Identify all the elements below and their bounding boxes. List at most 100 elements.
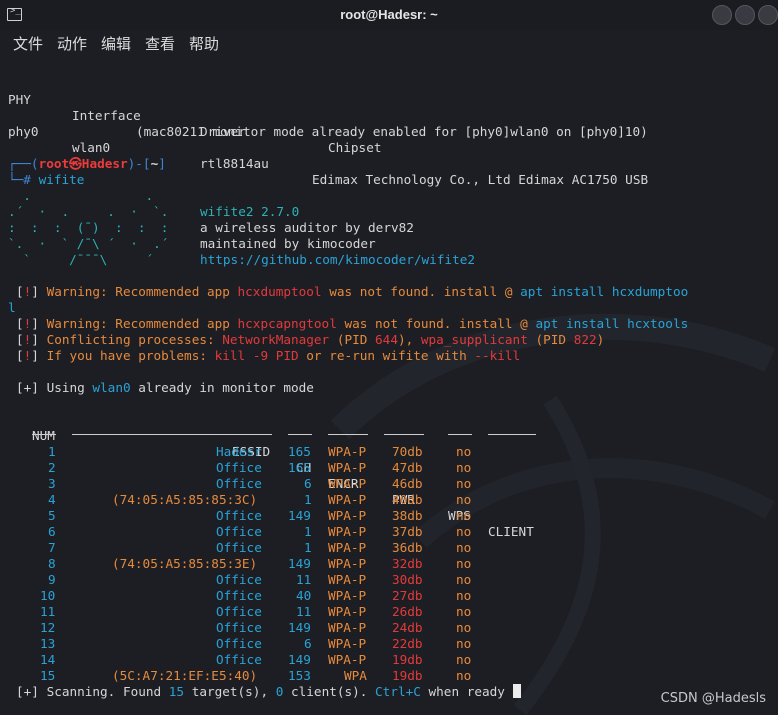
row-num: 13 [40, 636, 56, 651]
table-row: 8 (74:05:A5:85:85:3E) 149 WPA-P 32db no [0, 556, 778, 572]
row-power: 38db [392, 508, 423, 523]
header-underline [32, 434, 56, 435]
row-essid: Office [216, 572, 262, 587]
row-channel: 11 [296, 604, 312, 619]
row-encryption: WPA-P [328, 492, 367, 507]
header-underline [488, 434, 536, 435]
table-row: 14 Office 149 WPA-P 19db no [0, 652, 778, 668]
col-num: NUM [32, 428, 55, 443]
monitor-status: [+] Using wlan0 already in monitor mode [16, 380, 314, 395]
table-row: 9 Office 11 WPA-P 30db no [0, 572, 778, 588]
close-button[interactable] [758, 5, 778, 25]
row-wps: no [456, 604, 472, 619]
row-wps: no [456, 540, 472, 555]
row-num: 12 [40, 620, 56, 635]
row-power: 27db [392, 588, 423, 603]
row-essid: Hadesr [216, 444, 262, 459]
banner-name: wifite2 2.7.0 [200, 204, 300, 219]
iface-row: phy0 wlan0 rtl8814au Edimax Technology C… [8, 124, 649, 187]
row-num: 6 [48, 524, 56, 539]
header-underline [288, 434, 312, 435]
row-channel: 1 [304, 524, 312, 539]
row-power: 19db [392, 652, 423, 667]
table-row: 1 Hadesr 165 WPA-P 70db no [0, 444, 778, 460]
row-encryption: WPA-P [328, 524, 367, 539]
row-channel: 1 [304, 492, 312, 507]
row-encryption: WPA [344, 668, 367, 683]
row-power: 30db [392, 572, 423, 587]
row-power: 36db [392, 540, 423, 555]
row-power: 32db [392, 556, 423, 571]
text-cursor [512, 684, 521, 698]
menu-file[interactable]: 文件 [13, 33, 43, 54]
row-essid: Office [216, 588, 262, 603]
header-underline [384, 434, 424, 435]
row-channel: 11 [296, 572, 312, 587]
table-row: 5 Office 149 WPA-P 38db no [0, 508, 778, 524]
monitor-mode-note: (mac80211 monitor mode already enabled f… [136, 124, 648, 139]
table-row: 3 Office 6 WPA-P 46db no [0, 476, 778, 492]
row-power: 70db [392, 444, 423, 459]
banner-art-line: : : : (¯) : : : [8, 220, 184, 235]
row-essid: Office [216, 460, 262, 475]
terminal-window: >_ root@Hadesr: ~ 文件 动作 编辑 查看 帮助 PHY Int… [0, 0, 778, 715]
row-power: 22db [392, 636, 423, 651]
row-num: 7 [48, 540, 56, 555]
row-wps: no [456, 524, 472, 539]
maximize-button[interactable] [735, 5, 755, 25]
table-row: 11 Office 11 WPA-P 26db no [0, 604, 778, 620]
banner-maintainer: maintained by kimocoder [200, 236, 376, 251]
row-essid: Office [216, 604, 262, 619]
row-num: 11 [40, 604, 56, 619]
banner-art-line: . . [8, 188, 184, 203]
row-channel: 6 [304, 476, 312, 491]
banner-url-link[interactable]: https://github.com/kimocoder/wifite2 [200, 252, 475, 268]
row-channel: 165 [288, 460, 311, 475]
row-power: 19db [392, 668, 423, 683]
menu-edit[interactable]: 编辑 [101, 33, 131, 54]
table-row: 13 Office 6 WPA-P 22db no [0, 636, 778, 652]
scan-status: [+] Scanning. Found 15 target(s), 0 clie… [16, 684, 521, 700]
row-channel: 1 [304, 540, 312, 555]
row-encryption: WPA-P [328, 652, 367, 667]
command-line: └─# wifite [8, 172, 85, 187]
csdn-watermark: CSDN @Hadesls [660, 691, 766, 706]
menu-help[interactable]: 帮助 [189, 33, 219, 54]
table-row: 7 Office 1 WPA-P 36db no [0, 540, 778, 556]
row-power: 37db [392, 524, 423, 539]
row-essid: Office [216, 508, 262, 523]
row-num: 15 [40, 668, 56, 683]
menu-bar: 文件 动作 编辑 查看 帮助 [0, 30, 778, 58]
table-row: 6 Office 1 WPA-P 37db no [0, 524, 778, 540]
table-row: 10 Office 40 WPA-P 27db no [0, 588, 778, 604]
row-channel: 149 [288, 556, 311, 571]
banner-art-line: `. · ` /¯\ ´ · .´ [8, 236, 184, 251]
row-channel: 153 [288, 668, 311, 683]
menu-view[interactable]: 查看 [145, 33, 175, 54]
menu-action[interactable]: 动作 [57, 33, 87, 54]
row-channel: 165 [288, 444, 311, 459]
warning-problems: [!] If you have problems: kill -9 PID or… [16, 348, 521, 363]
row-essid: Office [216, 540, 262, 555]
row-wps: no [456, 652, 472, 667]
row-wps: no [456, 636, 472, 651]
row-encryption: WPA-P [328, 620, 367, 635]
row-power: 47db [392, 460, 423, 475]
row-num: 1 [48, 444, 56, 459]
row-num: 14 [40, 652, 56, 667]
row-essid: (74:05:A5:85:85:3E) [112, 556, 258, 571]
row-essid: Office [216, 524, 262, 539]
row-encryption: WPA-P [328, 556, 367, 571]
prompt-line: ┌──(root㉿Hadesr)-[~] [8, 156, 166, 171]
banner-art-line: ` /¯¯¯\ ´ [8, 252, 184, 267]
row-essid: Office [216, 620, 262, 635]
row-wps: no [456, 444, 472, 459]
row-wps: no [456, 460, 472, 475]
row-essid: Office [216, 636, 262, 651]
table-row: 12 Office 149 WPA-P 24db no [0, 620, 778, 636]
row-power: 24db [392, 620, 423, 635]
header-underline [72, 434, 272, 435]
row-encryption: WPA-P [328, 604, 367, 619]
row-essid: (5C:A7:21:EF:E5:40) [112, 668, 258, 683]
minimize-button[interactable] [712, 5, 732, 25]
